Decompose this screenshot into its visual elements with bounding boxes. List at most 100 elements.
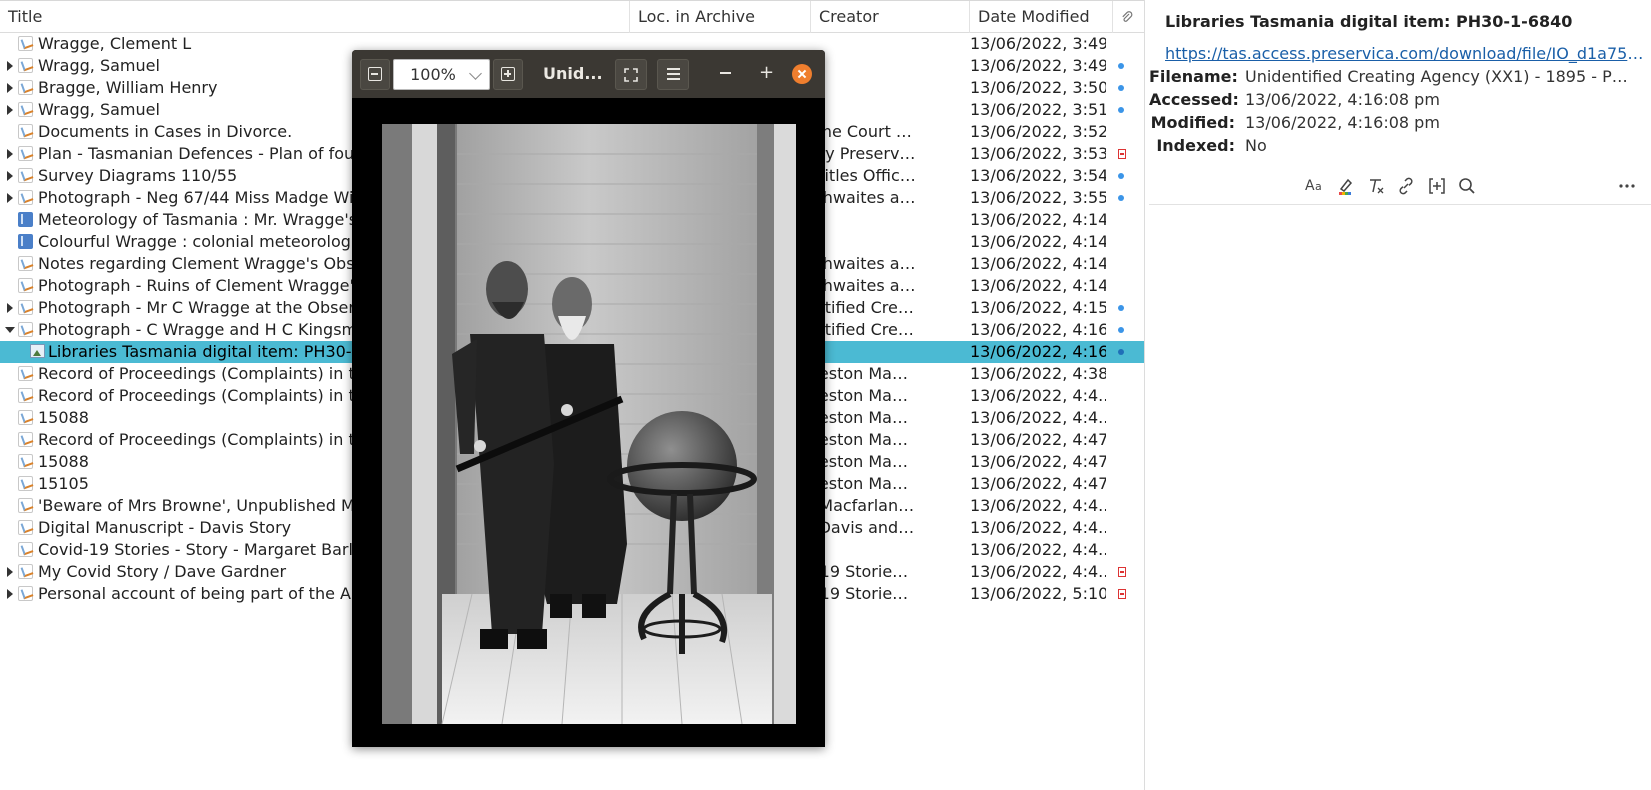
cell-date-modified: 13/06/2022, 4:16... [970,320,1106,339]
expand-closed-icon[interactable] [4,583,16,605]
svg-text:a: a [1315,180,1322,193]
cell-date-modified: 13/06/2022, 4:4... [970,518,1106,537]
note-toolbar: Aa [1149,172,1651,205]
manuscript-item-icon [18,454,33,469]
manuscript-item-icon [18,190,33,205]
zoom-in-button[interactable] [493,59,523,90]
attachment-dot-icon[interactable] [1118,85,1124,91]
paperclip-icon [1122,11,1133,22]
item-url-link[interactable]: https://tas.access.preservica.com/downlo… [1165,44,1645,63]
manuscript-item-icon [18,300,33,315]
item-pane: Libraries Tasmania digital item: PH30-1-… [1149,0,1651,790]
minimize-button[interactable] [720,72,731,74]
zoom-level-select[interactable]: 100% [393,59,490,90]
historical-photograph [382,124,796,724]
cell-date-modified: 13/06/2022, 4:47... [970,452,1106,471]
manuscript-item-icon [18,498,33,513]
cell-date-modified: 13/06/2022, 4:4... [970,386,1106,405]
highlight-icon[interactable] [1334,176,1358,200]
cell-date-modified: 13/06/2022, 3:52... [970,122,1106,141]
expand-closed-icon[interactable] [4,165,16,187]
pdf-attachment-icon[interactable] [1118,149,1126,159]
cell-date-modified: 13/06/2022, 4:47... [970,474,1106,493]
expand-closed-icon[interactable] [4,77,16,99]
column-attachments[interactable] [1113,1,1144,33]
expand-closed-icon[interactable] [4,297,16,319]
zoom-out-icon [368,67,382,81]
viewer-toolbar: 100% Unid... + [352,50,825,98]
meta-label: Modified: [1150,113,1235,132]
cell-date-modified: 13/06/2022, 3:51:... [970,100,1106,119]
cell-date-modified: 13/06/2022, 3:50... [970,78,1106,97]
meta-label: Filename: [1149,67,1238,86]
cell-date-modified: 13/06/2022, 4:4... [970,540,1106,559]
column-creator[interactable]: Creator [811,1,970,33]
link-icon[interactable] [1394,176,1418,200]
fit-to-window-button[interactable] [615,59,647,90]
manuscript-item-icon [18,542,33,557]
cell-date-modified: 13/06/2022, 4:14... [970,232,1106,251]
expand-closed-icon[interactable] [4,561,16,583]
item-title: Libraries Tasmania digital item: PH30-1-… [1165,12,1573,31]
attachment-dot-icon[interactable] [1118,305,1124,311]
expand-closed-icon[interactable] [4,187,16,209]
hamburger-menu-icon [667,68,680,70]
cell-date-modified: 13/06/2022, 3:55... [970,188,1106,207]
meta-value[interactable]: 13/06/2022, 4:16:08 pm [1245,89,1635,111]
manuscript-item-icon [18,80,33,95]
manuscript-item-icon [18,278,33,293]
meta-value[interactable]: Unidentified Creating Agency (XX1) - 189… [1245,66,1635,88]
insert-citation-icon[interactable] [1425,176,1449,200]
zoom-out-button[interactable] [360,59,390,90]
column-date-modified[interactable]: Date Modified [970,1,1113,33]
cell-date-modified: 13/06/2022, 4:47... [970,430,1106,449]
manuscript-item-icon [18,102,33,117]
cell-date-modified: 13/06/2022, 3:54... [970,166,1106,185]
more-icon[interactable] [1615,176,1639,200]
image-viewer-window[interactable]: 100% Unid... + [352,50,825,747]
attachment-dot-icon[interactable] [1118,107,1124,113]
pdf-attachment-icon[interactable] [1118,567,1126,577]
manuscript-item-icon [18,388,33,403]
cell-date-modified: 13/06/2022, 4:14... [970,276,1106,295]
expand-open-icon[interactable] [4,319,16,341]
fit-icon [624,68,638,82]
cell-date-modified: 13/06/2022, 3:49... [970,34,1106,53]
close-button[interactable] [792,64,812,84]
cell-date-modified: 13/06/2022, 4:14... [970,210,1106,229]
manuscript-item-icon [18,476,33,491]
attachment-dot-icon[interactable] [1118,349,1124,355]
cell-date-modified: 13/06/2022, 4:15... [970,298,1106,317]
cell-date-modified: 13/06/2022, 4:4... [970,408,1106,427]
maximize-button[interactable]: + [759,64,774,82]
column-title[interactable]: Title [0,1,630,33]
search-icon[interactable] [1455,176,1479,200]
manuscript-item-icon [18,146,33,161]
photo-illustration [382,124,796,724]
zoom-level-value: 100% [410,65,456,84]
cell-date-modified: 13/06/2022, 4:16... [970,342,1106,361]
pdf-attachment-icon[interactable] [1118,589,1126,599]
manuscript-item-icon [18,256,33,271]
text-format-icon[interactable]: Aa [1303,176,1327,200]
manuscript-item-icon [18,168,33,183]
clear-format-icon[interactable] [1364,176,1388,200]
cell-date-modified: 13/06/2022, 4:4... [970,496,1106,515]
expand-closed-icon[interactable] [4,99,16,121]
expand-closed-icon[interactable] [4,55,16,77]
manuscript-item-icon [18,586,33,601]
attachment-dot-icon[interactable] [1118,173,1124,179]
book-item-icon [18,234,33,249]
attachment-dot-icon[interactable] [1118,63,1124,69]
attachment-dot-icon[interactable] [1118,327,1124,333]
zoom-in-icon [501,67,515,81]
viewer-menu-button[interactable] [657,59,689,90]
manuscript-item-icon [18,366,33,381]
manuscript-item-icon [18,520,33,535]
cell-date-modified: 13/06/2022, 4:38... [970,364,1106,383]
column-loc-in-archive[interactable]: Loc. in Archive [630,1,811,33]
expand-closed-icon[interactable] [4,143,16,165]
svg-text:A: A [1305,178,1315,193]
attachment-dot-icon[interactable] [1118,195,1124,201]
manuscript-item-icon [18,36,33,51]
